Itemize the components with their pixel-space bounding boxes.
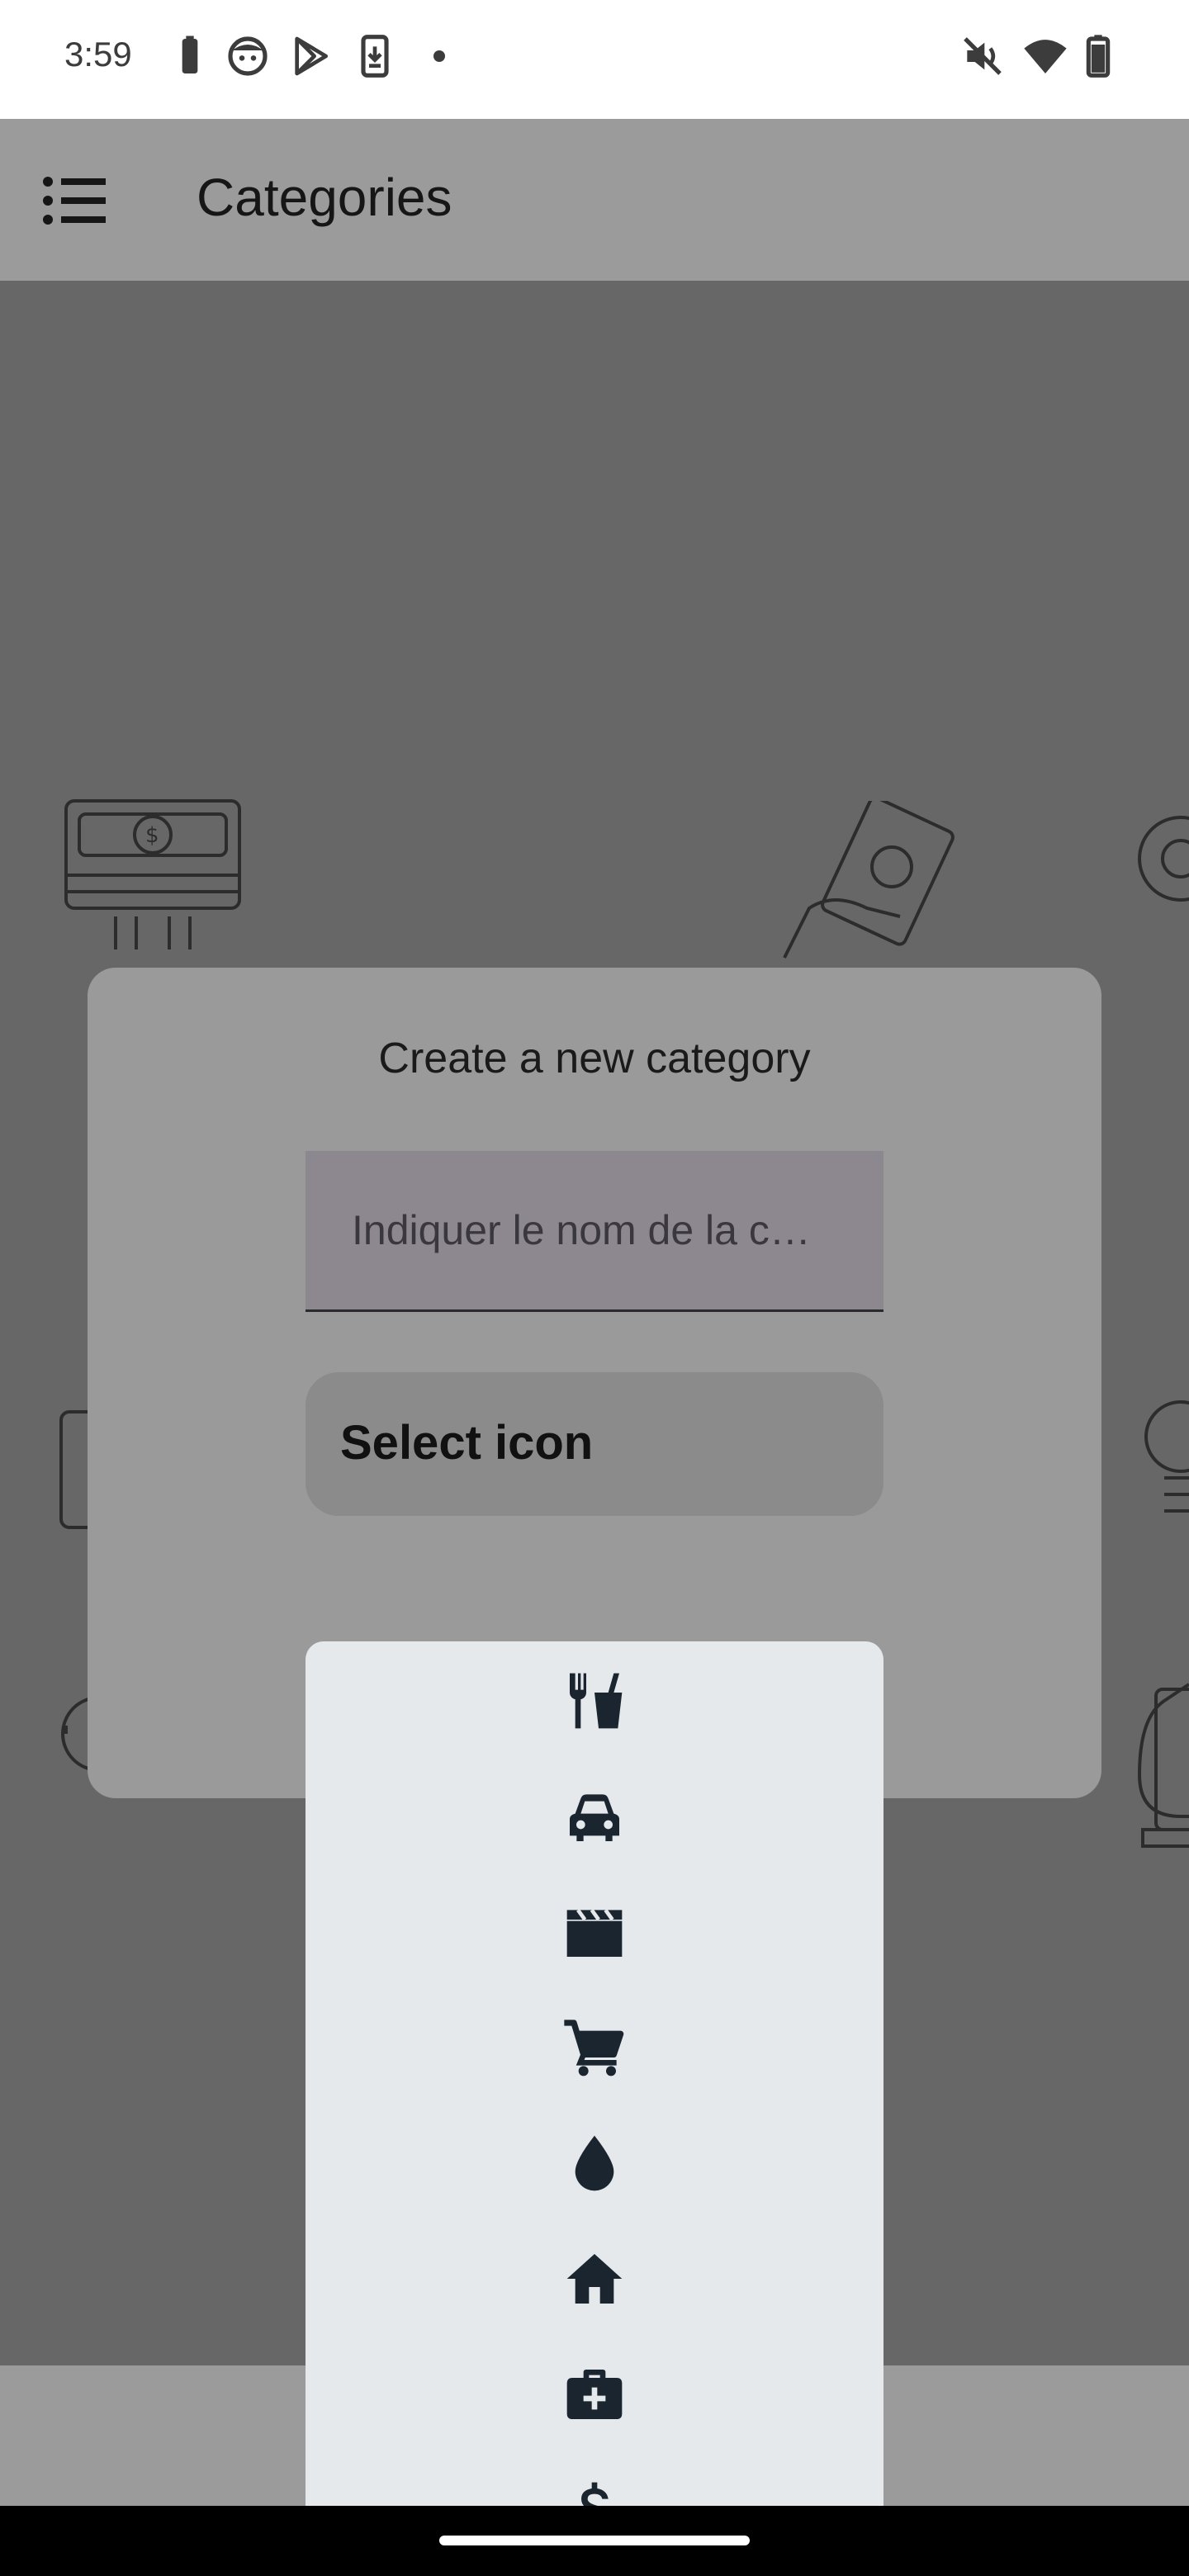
status-bar: 3:59 [0,0,1189,119]
menu-item-dollar[interactable] [306,2444,883,2508]
icon-dropdown-menu [306,1641,883,2508]
app-bar: Categories [0,119,1189,281]
face-app-icon [228,36,268,76]
menu-item-car[interactable] [306,1750,883,1866]
home-gesture-handle[interactable] [439,2536,750,2545]
menu-item-water[interactable] [306,2097,883,2213]
svg-text:$: $ [145,823,159,848]
car-icon [570,1794,619,1841]
dialog-title: Create a new category [378,1035,811,1082]
page-title: Categories [197,168,452,227]
settings-gear-illustration [1138,816,1189,902]
medical-bag-icon [566,2370,623,2419]
battery-saver-icon [182,36,198,73]
battery-icon [1086,35,1111,78]
mute-icon [964,37,1002,75]
water-drop-icon [575,2135,614,2191]
menu-item-shopping-cart[interactable] [306,1982,883,2097]
wifi-icon [1024,40,1067,73]
restaurant-icon [570,1673,623,1729]
dollar-icon [581,2482,609,2508]
select-icon-label: Select icon [340,1416,594,1470]
menu-item-restaurant[interactable] [306,1641,883,1750]
shopping-cart-icon [564,2020,624,2076]
menu-list-icon[interactable] [41,173,107,228]
menu-item-medical[interactable] [306,2328,883,2444]
notification-dot-icon [433,50,445,62]
download-icon [361,35,389,78]
home-icon [566,2254,623,2304]
money-stack-illustration: $ [64,799,241,949]
category-name-input[interactable] [306,1151,883,1309]
bank-illustration [417,281,607,446]
status-time: 3:59 [64,35,132,73]
play-store-icon [295,36,328,76]
pos-terminal-illustration [1141,1688,1189,1848]
category-name-field [306,1151,883,1312]
lightbulb-illustration [1144,1400,1189,1513]
movie-icon [566,1908,623,1957]
menu-item-movie[interactable] [306,1866,883,1982]
hand-money-illustration [783,801,955,959]
select-icon-button[interactable]: Select icon [306,1372,883,1516]
system-nav-bar [0,2506,1189,2576]
menu-item-home[interactable] [306,2213,883,2328]
